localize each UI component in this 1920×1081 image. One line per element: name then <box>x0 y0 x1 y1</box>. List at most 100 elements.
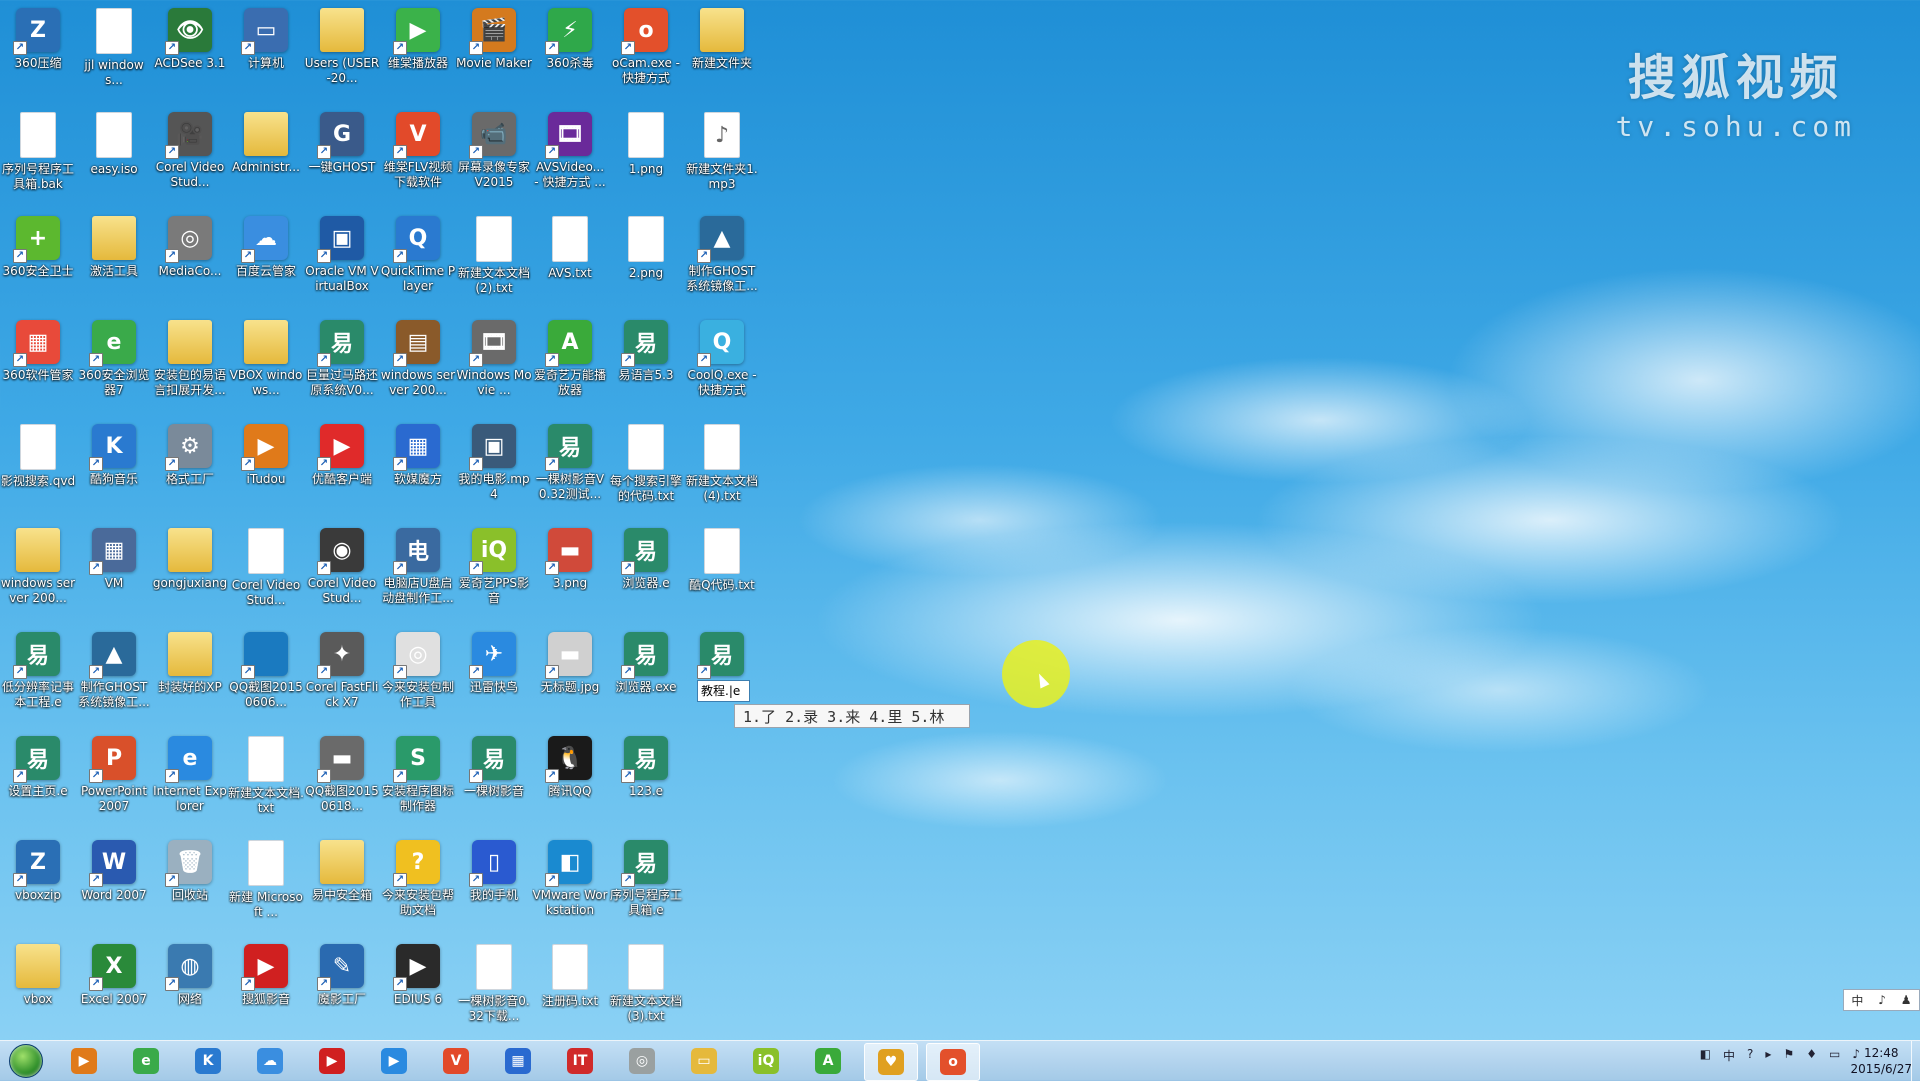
tray-icon[interactable]: ♦ <box>1806 1047 1817 1064</box>
show-desktop-button[interactable] <box>1911 1041 1920 1081</box>
desktop-icon[interactable]: 🎬 ↗ Movie Maker <box>456 0 532 100</box>
desktop-icon[interactable]: + ↗ 360安全卫士 <box>0 208 76 308</box>
desktop-icon[interactable]: ◎ ↗ MediaCo... <box>152 208 228 308</box>
desktop-icon[interactable]: ▶ ↗ EDIUS 6 <box>380 936 456 1036</box>
rename-input[interactable]: 教程.|e <box>697 680 750 702</box>
desktop-icon[interactable]: 易 ↗ 易语言5.3 <box>608 312 684 412</box>
desktop-icon[interactable]: ▶ ↗ iTudou <box>228 416 304 516</box>
tray-icon[interactable]: ⚑ <box>1783 1047 1794 1064</box>
taskbar-item-baidu-cloud[interactable]: ☁ <box>244 1043 296 1079</box>
desktop-icon[interactable]: 🎥 ↗ Corel VideoStud... <box>152 104 228 204</box>
desktop-icon[interactable]: 易 ↗ 一棵树影音V0.32测试... <box>532 416 608 516</box>
desktop-icon[interactable]: Users (USER-20... <box>304 0 380 100</box>
desktop-icon[interactable]: easy.iso <box>76 104 152 204</box>
desktop-icon[interactable]: ✎ ↗ 魔影工厂 <box>304 936 380 1036</box>
tray-icon[interactable]: 中 <box>1723 1047 1735 1064</box>
desktop-icon[interactable]: A ↗ 爱奇艺万能播放器 <box>532 312 608 412</box>
desktop-icon[interactable]: ⚙ ↗ 格式工厂 <box>152 416 228 516</box>
desktop-icon[interactable]: 新建文本文档(4).txt <box>684 416 760 516</box>
desktop-icon[interactable]: 安装包的易语言扣展开发... <box>152 312 228 412</box>
taskbar-item-aiqiyi-player[interactable]: A <box>802 1043 854 1079</box>
language-bar[interactable]: 中 ♪ ♟ <box>1843 989 1920 1011</box>
desktop-icon[interactable]: ▦ ↗ 软媒魔方 <box>380 416 456 516</box>
desktop-icon[interactable]: AVS.txt <box>532 208 608 308</box>
desktop-icon[interactable]: ◧ ↗ VMware Workstation <box>532 832 608 932</box>
desktop-icon[interactable]: 一棵树影音0.32下载... <box>456 936 532 1036</box>
desktop-icon[interactable]: ▶ ↗ 维棠播放器 <box>380 0 456 100</box>
desktop-icon[interactable]: K ↗ 酷狗音乐 <box>76 416 152 516</box>
desktop-icon[interactable]: Corel VideoStud... <box>228 520 304 620</box>
desktop-icon[interactable]: Administr... <box>228 104 304 204</box>
taskbar-item-tt[interactable]: IT <box>554 1043 606 1079</box>
desktop-icon[interactable]: ☁ ↗ 百度云管家 <box>228 208 304 308</box>
desktop-icon[interactable]: vbox <box>0 936 76 1036</box>
taskbar-item-media-player[interactable]: ▶ <box>58 1043 110 1079</box>
desktop-icon[interactable]: G ↗ 一键GHOST <box>304 104 380 204</box>
desktop-icon[interactable]: 每个搜索引擎的代码.txt <box>608 416 684 516</box>
desktop-icon[interactable]: ▭ ↗ 计算机 <box>228 0 304 100</box>
desktop-icon[interactable]: 🗑 ↗ 回收站 <box>152 832 228 932</box>
taskbar-item-iqiyi[interactable]: iQ <box>740 1043 792 1079</box>
desktop-icon[interactable]: 🐧 ↗ 腾讯QQ <box>532 728 608 828</box>
desktop-icon[interactable]: Q ↗ CoolQ.exe - 快捷方式 <box>684 312 760 412</box>
desktop-icon[interactable]: ⚡ ↗ 360杀毒 <box>532 0 608 100</box>
ime-candidate-list[interactable]: 1.了 2.录 3.来 4.里 5.林 <box>734 704 970 728</box>
tray-icon[interactable]: ▭ <box>1829 1047 1840 1064</box>
desktop-icon[interactable]: e ↗ 360安全浏览器7 <box>76 312 152 412</box>
desktop-icon[interactable]: ▬ ↗ QQ截图20150618... <box>304 728 380 828</box>
desktop-icon[interactable]: 2.png <box>608 208 684 308</box>
taskbar-item-youku[interactable]: ▶ <box>368 1043 420 1079</box>
desktop-icon[interactable]: 注册码.txt <box>532 936 608 1036</box>
desktop-icon[interactable]: ▣ ↗ Oracle VM VirtualBox <box>304 208 380 308</box>
taskbar-item-360-browser[interactable]: e <box>120 1043 172 1079</box>
desktop-icon[interactable]: 电 ↗ 电脑店U盘启动盘制作工... <box>380 520 456 620</box>
desktop-icon[interactable]: 激活工具 <box>76 208 152 308</box>
start-button[interactable] <box>4 1043 48 1079</box>
tray-icon[interactable]: ▸ <box>1765 1047 1771 1064</box>
desktop-icon[interactable]: ▦ ↗ VM <box>76 520 152 620</box>
desktop-icon[interactable]: 酷Q代码.txt <box>684 520 760 620</box>
taskbar-item-kugou[interactable]: K <box>182 1043 234 1079</box>
desktop-icon[interactable]: ▬ ↗ 无标题.jpg <box>532 624 608 724</box>
desktop-icon[interactable]: 易 ↗ 巨量过马路还原系统V0... <box>304 312 380 412</box>
taskbar-item-ruanmei[interactable]: ▦ <box>492 1043 544 1079</box>
taskbar-item-ocam[interactable]: o <box>926 1043 980 1081</box>
desktop-icon[interactable]: 新建文本文档(2).txt <box>456 208 532 308</box>
desktop-icon[interactable]: iQ ↗ 爱奇艺PPS影音 <box>456 520 532 620</box>
desktop-icon[interactable]: V ↗ 维棠FLV视频下载软件 <box>380 104 456 204</box>
desktop-icon[interactable]: 🎞 ↗ Windows Movie ... <box>456 312 532 412</box>
desktop-icon[interactable]: ↗ QQ截图20150606... <box>228 624 304 724</box>
tray-icon[interactable]: ? <box>1747 1047 1753 1064</box>
desktop-icon[interactable]: gongjuxiang <box>152 520 228 620</box>
desktop-icon[interactable]: 影视搜索.qvd <box>0 416 76 516</box>
desktop-icon[interactable]: ▦ ↗ 360软件管家 <box>0 312 76 412</box>
desktop-icon[interactable]: VBOX windows... <box>228 312 304 412</box>
ime-user-icon[interactable]: ♟ <box>1901 993 1912 1007</box>
desktop-icon[interactable]: 1.png <box>608 104 684 204</box>
taskbar-item-installer[interactable]: ◎ <box>616 1043 668 1079</box>
desktop-icon[interactable]: ▲ ↗ 制作GHOST系统镜像工... <box>684 208 760 308</box>
taskbar-item-sohu-player[interactable]: ▶ <box>306 1043 358 1079</box>
desktop-icon[interactable]: 易 ↗ 低分辨率记事本工程.e <box>0 624 76 724</box>
desktop-icon[interactable]: ▣ ↗ 我的电影.mp4 <box>456 416 532 516</box>
ime-mode-icon[interactable]: ♪ <box>1878 993 1886 1007</box>
desktop-icon[interactable]: ✈ ↗ 迅雷快鸟 <box>456 624 532 724</box>
desktop-icon[interactable]: ◎ ↗ 今来安装包制作工具 <box>380 624 456 724</box>
desktop-icon[interactable]: 🎞 ↗ AVSVideo... - 快捷方式 ... <box>532 104 608 204</box>
desktop-icon[interactable]: 新建文本文档(3).txt <box>608 936 684 1036</box>
desktop-icon[interactable]: W ↗ Word 2007 <box>76 832 152 932</box>
desktop-icon[interactable]: ▲ ↗ 制作GHOST系统镜像工... <box>76 624 152 724</box>
desktop-icon[interactable]: Z ↗ vboxzip <box>0 832 76 932</box>
desktop-icon[interactable]: e ↗ Internet Explorer <box>152 728 228 828</box>
clock[interactable]: 12:48 2015/6/27 <box>1850 1045 1912 1077</box>
taskbar-item-weitang[interactable]: V <box>430 1043 482 1079</box>
tray-icon[interactable]: ◧ <box>1700 1047 1711 1064</box>
desktop-icon[interactable]: jjl windows... <box>76 0 152 100</box>
desktop-icon[interactable]: 易 ↗ 一棵树影音 <box>456 728 532 828</box>
desktop-icon[interactable]: ▬ ↗ 3.png <box>532 520 608 620</box>
taskbar-item-explorer[interactable]: ▭ <box>678 1043 730 1079</box>
desktop-icon[interactable]: P ↗ PowerPoint 2007 <box>76 728 152 828</box>
desktop-icon[interactable]: ? ↗ 今来安装包帮助文档 <box>380 832 456 932</box>
taskbar-item-chrome-like[interactable]: ♥ <box>864 1043 918 1081</box>
desktop-icon[interactable]: ▯ ↗ 我的手机 <box>456 832 532 932</box>
